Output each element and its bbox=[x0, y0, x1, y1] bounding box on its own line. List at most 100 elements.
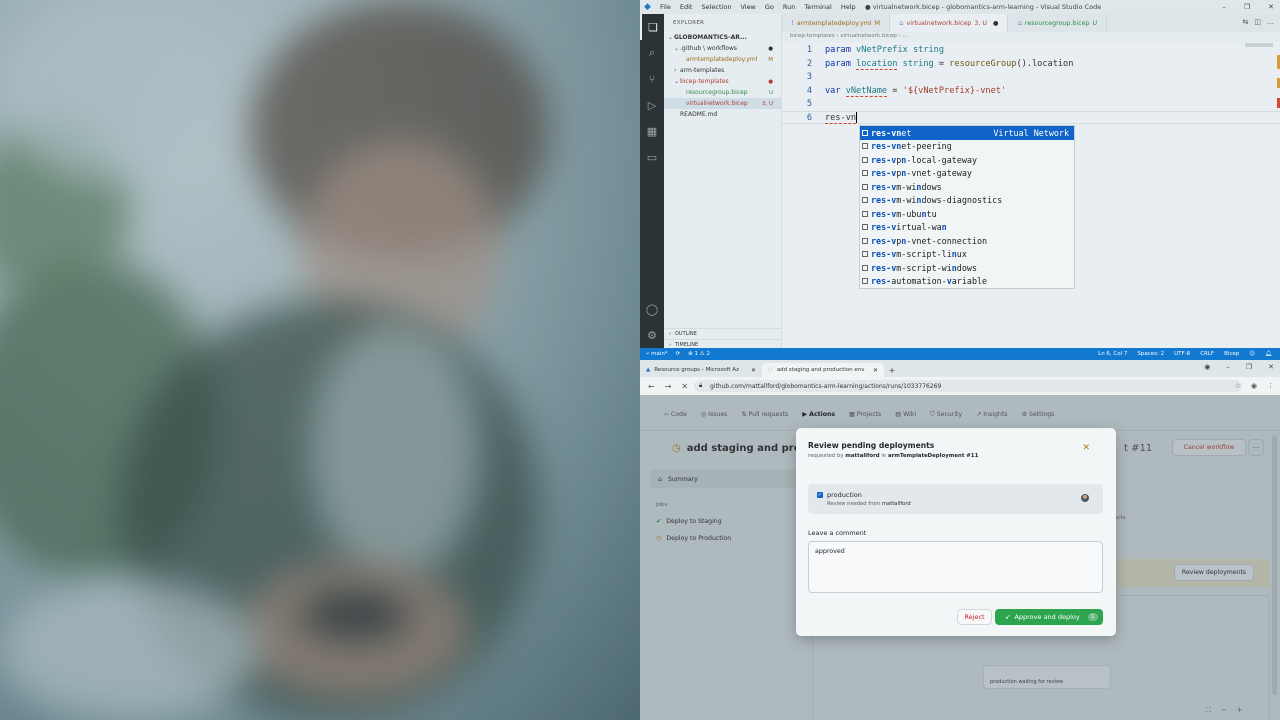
snippet-icon bbox=[862, 251, 868, 258]
comment-textarea[interactable]: approved bbox=[808, 541, 1103, 593]
close-tab-icon[interactable]: ✕ bbox=[751, 367, 756, 374]
indentation[interactable]: Spaces: 2 bbox=[1137, 351, 1164, 357]
suggestion-label: res-vpn-local-gateway bbox=[871, 154, 977, 165]
browser-menu-icon[interactable]: ⋮ bbox=[1267, 382, 1274, 390]
suggestion-item[interactable]: res-vpn-local-gateway bbox=[860, 153, 1074, 167]
suggestion-item[interactable]: res-vm-windows bbox=[860, 180, 1074, 194]
suggestion-item[interactable]: res-automation-variable bbox=[860, 275, 1074, 289]
close-tab-icon[interactable]: ✕ bbox=[873, 367, 878, 374]
environment-checkbox[interactable]: ✓ bbox=[817, 492, 823, 498]
code-line[interactable]: 5 bbox=[782, 98, 825, 111]
code-token: var bbox=[825, 85, 846, 96]
explorer-icon[interactable]: ❏ bbox=[640, 14, 664, 40]
code-token: string bbox=[912, 45, 945, 55]
environment-option[interactable]: ✓ production Review needed from mattallf… bbox=[808, 484, 1103, 514]
extensions-icon[interactable]: ▦ bbox=[640, 118, 664, 144]
tree-item[interactable]: README.md bbox=[664, 109, 781, 120]
forward-icon[interactable]: → bbox=[665, 382, 672, 391]
feedback-icon[interactable]: ☺ bbox=[1249, 351, 1255, 357]
tree-item[interactable]: ⌄ GLOBOMANTICS-AR... bbox=[664, 32, 781, 43]
back-icon[interactable]: ← bbox=[648, 382, 655, 391]
file-tree: ⌄ GLOBOMANTICS-AR... ⌄ .github \ workflows ●… bbox=[664, 32, 781, 120]
source-control-icon[interactable]: ⑂ bbox=[640, 66, 664, 92]
code-token: param bbox=[825, 58, 857, 69]
line-ending[interactable]: CRLF bbox=[1200, 351, 1214, 357]
more-actions-icon[interactable]: … bbox=[1267, 18, 1274, 26]
close-icon[interactable]: ✕ bbox=[1268, 3, 1274, 11]
address-bar[interactable]: 🔒︎ github.com/mattallford/globomantics-a… bbox=[694, 380, 1242, 392]
tree-item-label: arm-templates bbox=[680, 67, 725, 74]
split-editor-icon[interactable]: ◫ bbox=[1254, 18, 1261, 26]
suggestion-item[interactable]: res-vnet-peering bbox=[860, 140, 1074, 154]
menu-item-view[interactable]: View bbox=[740, 3, 755, 11]
account-icon[interactable]: ◉ bbox=[1251, 382, 1257, 390]
tree-item[interactable]: ⌄ .github \ workflows ● bbox=[664, 43, 781, 54]
editor-tab[interactable]: ⌂ resourcegroup.bicep U bbox=[1008, 14, 1108, 32]
minimize-icon[interactable]: – bbox=[1226, 363, 1230, 371]
reject-button[interactable]: Reject bbox=[957, 609, 992, 625]
settings-gear-icon[interactable]: ⚙ bbox=[640, 322, 664, 348]
reviewer-avatar bbox=[1081, 494, 1089, 502]
browser-tab[interactable]: ▲ Resource groups - Microsoft Az ✕ bbox=[640, 363, 762, 377]
unsaved-dot-icon[interactable]: ● bbox=[993, 20, 999, 27]
menu-item-go[interactable]: Go bbox=[765, 3, 774, 11]
profile-icon[interactable]: ◉ bbox=[1204, 363, 1210, 371]
menu-item-selection[interactable]: Selection bbox=[701, 3, 731, 11]
editor-tab[interactable]: ! armtemplatedeploy.yml M bbox=[782, 14, 891, 32]
close-dialog-icon[interactable]: ✕ bbox=[1082, 443, 1090, 453]
problems-indicator[interactable]: ⊗ 1 ⚠ 2 bbox=[688, 351, 710, 357]
menu-item-terminal[interactable]: Terminal bbox=[804, 3, 831, 11]
new-tab-button[interactable]: + bbox=[884, 363, 900, 377]
browser-tab[interactable]: ◌ add staging and production env ✕ bbox=[762, 363, 884, 377]
menu-item-help[interactable]: Help bbox=[841, 3, 856, 11]
suggestion-item[interactable]: res-vnet Virtual Network bbox=[860, 126, 1074, 140]
suggestion-item[interactable]: res-virtual-wan bbox=[860, 221, 1074, 235]
menu-item-run[interactable]: Run bbox=[783, 3, 795, 11]
code-token: location bbox=[856, 58, 898, 70]
menu-item-edit[interactable]: Edit bbox=[680, 3, 693, 11]
code-line[interactable]: 2 param location string = resourceGroup()… bbox=[782, 58, 1073, 71]
encoding[interactable]: UTF-8 bbox=[1174, 351, 1190, 357]
status-bar: ⑂ main* ⟳ ⊗ 1 ⚠ 2 Ln 6, Col 7 Spaces: 2 … bbox=[640, 348, 1280, 360]
close-icon[interactable]: ✕ bbox=[1268, 363, 1274, 371]
suggestion-item[interactable]: res-vm-windows-diagnostics bbox=[860, 194, 1074, 208]
code-line[interactable]: 4 var vNetName = '${vNetPrefix}-vnet' bbox=[782, 85, 1006, 98]
tree-item[interactable]: ⌄ bicep-templates ● bbox=[664, 76, 781, 87]
sync-icon[interactable]: ⟳ bbox=[676, 351, 681, 357]
minimize-icon[interactable]: – bbox=[1222, 3, 1226, 11]
suggestion-item[interactable]: res-vm-script-linux bbox=[860, 248, 1074, 262]
window-title: ● virtualnetwork.bicep - globomantics-ar… bbox=[865, 3, 1102, 11]
code-line[interactable]: 3 bbox=[782, 71, 825, 84]
notifications-icon[interactable]: 🔔︎ bbox=[1265, 351, 1272, 357]
stop-loading-icon[interactable]: ✕ bbox=[681, 382, 688, 391]
suggestion-item[interactable]: res-vpn-vnet-connection bbox=[860, 234, 1074, 248]
restore-icon[interactable]: ❐ bbox=[1246, 363, 1252, 371]
tree-item[interactable]: resourcegroup.bicep U bbox=[664, 87, 781, 98]
suggestion-item[interactable]: res-vpn-vnet-gateway bbox=[860, 167, 1074, 181]
suggestion-label: res-vm-ubuntu bbox=[871, 208, 937, 219]
suggestion-item[interactable]: res-vm-ubuntu bbox=[860, 207, 1074, 221]
tree-item[interactable]: › arm-templates bbox=[664, 65, 781, 76]
approve-and-deploy-button[interactable]: ➶ Approve and deploy 1 bbox=[995, 609, 1103, 625]
language-mode[interactable]: Bicep bbox=[1224, 351, 1239, 357]
remote-explorer-icon[interactable]: ▭ bbox=[640, 144, 664, 170]
suggestion-label: res-vnet bbox=[871, 127, 912, 138]
restore-icon[interactable]: ❐ bbox=[1244, 3, 1250, 11]
run-debug-icon[interactable]: ▷ bbox=[640, 92, 664, 118]
bookmark-star-icon[interactable]: ☆ bbox=[1235, 382, 1241, 390]
branch-indicator[interactable]: ⑂ main* bbox=[646, 351, 668, 357]
search-icon[interactable]: ⌕ bbox=[640, 40, 664, 66]
code-line[interactable]: 1 param vNetPrefix string bbox=[782, 44, 944, 57]
code-line[interactable]: 6 res-vn bbox=[782, 111, 858, 125]
line-number: 2 bbox=[806, 58, 812, 69]
compare-icon[interactable]: ⇆ bbox=[1243, 18, 1249, 26]
tree-item[interactable]: virtualnetwork.bicep 3, U bbox=[664, 98, 781, 109]
cursor-position[interactable]: Ln 6, Col 7 bbox=[1098, 351, 1127, 357]
menu-item-file[interactable]: File bbox=[660, 3, 671, 11]
suggestion-item[interactable]: res-vm-script-windows bbox=[860, 261, 1074, 275]
accounts-icon[interactable]: ◯ bbox=[640, 296, 664, 322]
presenter-photo bbox=[0, 0, 640, 720]
tree-item[interactable]: armtemplatedeploy.yml M bbox=[664, 54, 781, 65]
outline-section[interactable]: › OUTLINE bbox=[664, 328, 782, 339]
editor-tab[interactable]: ⌂ virtualnetwork.bicep 3, U ● bbox=[890, 14, 1009, 32]
